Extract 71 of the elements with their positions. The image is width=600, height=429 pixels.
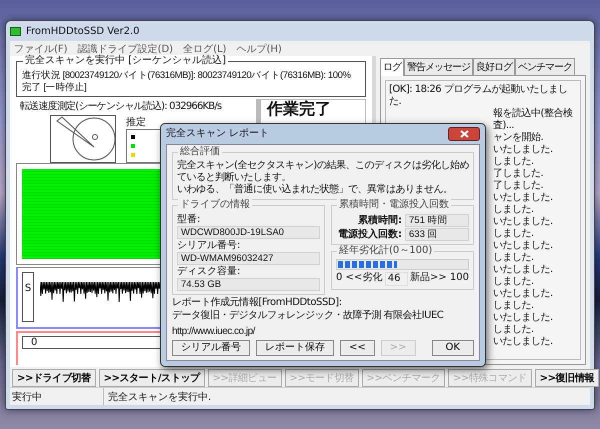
- log-line: 了しました.: [493, 180, 544, 192]
- log-line: いたしました.: [493, 312, 553, 324]
- log-line: [OK]: 18:26 プログラムが起動いたしました.: [389, 84, 568, 108]
- group-title: 累積時間・電源投入回数: [337, 199, 451, 211]
- aging-value: 46: [384, 272, 408, 286]
- app-icon: [10, 26, 21, 36]
- company-text: データ復旧・デジタルフォレンジック・故障予測 有限会社IUEC: [172, 310, 444, 322]
- menu-item[interactable]: 全ログ(L): [183, 42, 226, 56]
- menu-item[interactable]: 認識ドライブ設定(D): [78, 42, 174, 56]
- dialog-title: 完全スキャン レポート: [166, 128, 270, 140]
- log-line: しました.: [493, 204, 534, 216]
- dialog-button[interactable]: レポート保存: [256, 340, 334, 356]
- readonly-field[interactable]: 751 時間: [405, 214, 469, 227]
- field-label: 累積時間:: [357, 214, 402, 226]
- transfer-rate-text: 転送速度測定(シーケンシャル読込): 032966KB/s: [20, 100, 222, 113]
- readonly-field[interactable]: WD-WMAM96032427: [177, 252, 320, 265]
- log-line: ャンを開始.: [493, 132, 544, 144]
- group-title: 完全スキャンを実行中 [シーケンシャル読込]: [23, 55, 228, 67]
- log-line: しました.: [493, 324, 534, 336]
- toolbar-button[interactable]: >>ドライブ切替: [12, 369, 96, 387]
- log-line: いたしました.: [493, 144, 553, 156]
- assessment-text: いわゆる、「普通に使い込まれた状態」で、異常はありません。: [177, 184, 454, 196]
- log-line: いたしました.: [493, 264, 553, 276]
- field-label: 型番:: [177, 214, 202, 226]
- readonly-field[interactable]: 74.53 GB: [177, 278, 320, 291]
- hard-disk-drawing: [50, 115, 116, 163]
- status-message: 完全スキャンを実行中.: [107, 390, 212, 405]
- log-line: しました.: [493, 252, 534, 264]
- scale-min-label: 0 <<劣化: [336, 272, 382, 285]
- status-heading: 作業完了: [267, 99, 331, 118]
- log-line: しました.: [493, 156, 534, 168]
- website-link[interactable]: http://www.iuec.co.jp/: [172, 326, 255, 338]
- progress-text: 進行状況 [80023749120バイト(76316MB)]: 80023749120バイト(76316MB): 100%完了 [一時停止]: [22, 70, 352, 94]
- dialog-button[interactable]: OK: [432, 340, 474, 356]
- graph-label: S: [22, 272, 34, 322]
- assessment-text: 完全スキャン(全セクタスキャン)の結果、このディスクは劣化し始めていると判断いたします。: [177, 160, 469, 184]
- log-line: 報を読込中(整合検査)...: [493, 108, 574, 132]
- window-title: FromHDDtoSSD Ver2.0: [26, 26, 140, 36]
- group-title: ドライブの情報: [178, 199, 252, 211]
- log-line: いたしました.: [493, 192, 553, 204]
- status-state: 実行中: [10, 388, 104, 405]
- readonly-field[interactable]: 633 回: [405, 228, 469, 241]
- tab[interactable]: ベンチマーク: [515, 58, 575, 75]
- readonly-field[interactable]: WDCWD800JD-19LSA0: [177, 226, 320, 239]
- close-button[interactable]: [448, 127, 480, 141]
- close-icon: [460, 130, 468, 138]
- log-line: いたしました.: [493, 288, 553, 300]
- log-line: しました.: [493, 276, 534, 288]
- log-line: いたしました.: [493, 336, 553, 348]
- tab[interactable]: ログ: [380, 58, 404, 76]
- log-line: いたしました.: [493, 240, 553, 252]
- log-line: しました.: [493, 300, 534, 312]
- dialog-button[interactable]: <<: [340, 340, 375, 356]
- estimate-label: 推定: [126, 116, 147, 129]
- log-line: いたしました.: [493, 216, 553, 228]
- log-line: 了しました.: [493, 168, 544, 180]
- menu-item[interactable]: ファイル(F): [14, 42, 68, 56]
- field-label: シリアル番号:: [177, 240, 242, 252]
- toolbar-button[interactable]: >>復旧情報: [534, 369, 599, 387]
- menu-item[interactable]: ヘルプ(H): [236, 42, 282, 56]
- log-line: しました.: [493, 228, 534, 240]
- toolbar-button[interactable]: >>スタート/ストップ: [98, 369, 205, 387]
- source-label: レポート作成元情報[FromHDDtoSSD]:: [172, 297, 343, 309]
- group-title: 経年劣化計(0～100): [337, 245, 434, 257]
- dialog-button[interactable]: シリアル番号: [172, 340, 250, 356]
- tab[interactable]: 警告メッセージ: [404, 58, 473, 75]
- tab[interactable]: 良好ログ: [473, 58, 515, 75]
- field-label: ディスク容量:: [177, 266, 242, 278]
- scale-max-label: 新品>> 100: [410, 272, 469, 285]
- field-label: 電源投入回数:: [337, 228, 402, 240]
- group-title: 総合評価: [178, 146, 222, 158]
